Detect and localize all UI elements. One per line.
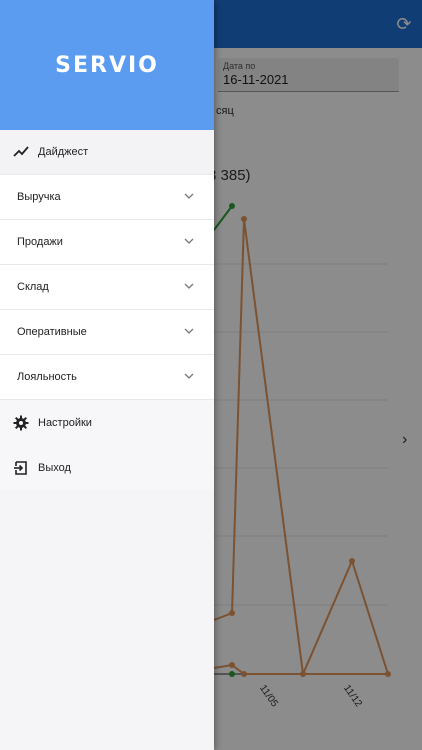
drawer-menu: Дайджест Выручка Продажи Склад Оперативн…	[0, 130, 214, 400]
menu-item-label: Склад	[17, 281, 49, 293]
app-logo: SERVIO	[55, 52, 159, 78]
menu-section-revenue[interactable]: Выручка	[0, 175, 214, 220]
chevron-down-icon	[184, 283, 194, 289]
menu-section-loyalty[interactable]: Лояльность	[0, 355, 214, 400]
chevron-down-icon	[184, 373, 194, 379]
menu-item-label: Выручка	[17, 191, 61, 203]
menu-item-label: Дайджест	[38, 146, 89, 158]
menu-item-label: Оперативные	[17, 326, 87, 338]
navigation-drawer: SERVIO Дайджест Выручка Продажи Склад Оп…	[0, 0, 214, 750]
menu-item-label: Настройки	[38, 416, 92, 429]
trending-up-icon	[12, 143, 30, 161]
chevron-down-icon	[184, 193, 194, 199]
menu-section-operational[interactable]: Оперативные	[0, 310, 214, 355]
menu-item-label: Выход	[38, 461, 71, 474]
menu-item-settings[interactable]: Настройки	[0, 400, 214, 445]
gear-icon	[12, 414, 30, 432]
menu-item-logout[interactable]: Выход	[0, 445, 214, 490]
chevron-down-icon	[184, 238, 194, 244]
menu-section-warehouse[interactable]: Склад	[0, 265, 214, 310]
menu-item-label: Продажи	[17, 236, 63, 248]
chevron-down-icon	[184, 328, 194, 334]
drawer-header: SERVIO	[0, 0, 214, 130]
menu-section-sales[interactable]: Продажи	[0, 220, 214, 265]
menu-item-digest[interactable]: Дайджест	[0, 130, 214, 175]
logout-icon	[12, 459, 30, 477]
drawer-lower-menu: Настройки Выход	[0, 400, 214, 490]
menu-item-label: Лояльность	[17, 371, 77, 383]
